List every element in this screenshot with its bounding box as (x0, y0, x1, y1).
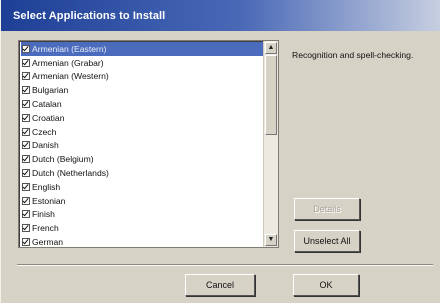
list-item[interactable]: Danish (21, 139, 265, 153)
checkbox[interactable] (22, 196, 30, 205)
list-item-label: Finish (32, 209, 55, 220)
list-item[interactable]: Armenian (Western) (21, 70, 265, 84)
list-item-label: French (32, 223, 59, 234)
vertical-scrollbar[interactable]: ▲ ▼ (263, 41, 278, 247)
list-item[interactable]: German (21, 235, 265, 248)
checkbox[interactable] (22, 155, 30, 164)
checkbox[interactable] (22, 238, 30, 247)
checkbox[interactable] (22, 72, 30, 81)
list-item[interactable]: Armenian (Grabar) (21, 56, 265, 70)
language-listbox[interactable]: Armenian (Eastern) Armenian (Grabar) Armen… (18, 40, 279, 248)
checkbox[interactable] (22, 141, 30, 150)
list-item[interactable]: Dutch (Belgium) (21, 152, 265, 166)
list-item[interactable]: French (21, 221, 265, 235)
list-item[interactable]: English (21, 180, 265, 194)
list-item-label: Dutch (Netherlands) (32, 168, 109, 179)
language-list: Armenian (Eastern) Armenian (Grabar) Armen… (21, 42, 265, 248)
list-item[interactable]: Catalan (21, 97, 265, 111)
list-item-label: Croatian (32, 112, 65, 123)
checkbox[interactable] (22, 182, 30, 191)
list-item-label: Danish (32, 140, 59, 151)
list-item[interactable]: Bulgarian (21, 83, 265, 97)
list-item-label: Czech (32, 126, 57, 137)
scroll-thumb[interactable] (265, 55, 277, 135)
scroll-down-button[interactable]: ▼ (265, 234, 277, 246)
unselect-all-button[interactable]: Unselect All (294, 230, 360, 252)
list-item-label: Bulgarian (32, 85, 69, 96)
checkbox[interactable] (22, 169, 30, 178)
title-bar: Select Applications to Install (1, 0, 440, 31)
scroll-up-button[interactable]: ▲ (265, 42, 277, 54)
item-description: Recognition and spell-checking. (292, 50, 414, 60)
checkbox[interactable] (22, 58, 30, 67)
list-item-label: English (32, 181, 61, 192)
checkbox[interactable] (22, 210, 30, 219)
list-item[interactable]: Estonian (21, 194, 265, 208)
checkbox[interactable] (22, 224, 30, 233)
checkbox[interactable] (22, 127, 30, 136)
list-item-label: Estonian (32, 195, 66, 206)
list-item[interactable]: Dutch (Netherlands) (21, 166, 265, 180)
list-item[interactable]: Armenian (Eastern) (21, 42, 265, 56)
list-item-label: Armenian (Western) (32, 71, 109, 82)
ok-button[interactable]: OK (293, 274, 359, 296)
separator (17, 264, 433, 266)
details-button[interactable]: Details (294, 198, 360, 220)
install-dialog: Select Applications to Install Armenian … (0, 0, 440, 303)
list-item[interactable]: Finish (21, 208, 265, 222)
list-item-label: Dutch (Belgium) (32, 154, 94, 165)
checkbox[interactable] (22, 113, 30, 122)
checkbox[interactable] (22, 86, 30, 95)
checkbox[interactable] (22, 100, 30, 109)
cancel-button[interactable]: Cancel (185, 274, 255, 296)
dialog-title: Select Applications to Install (13, 9, 166, 22)
list-item[interactable]: Croatian (21, 111, 265, 125)
list-item-label: Catalan (32, 99, 62, 110)
list-item-label: Armenian (Grabar) (32, 57, 104, 68)
list-item-label: Armenian (Eastern) (32, 43, 107, 54)
checkbox[interactable] (22, 44, 30, 53)
list-item-label: German (32, 237, 64, 248)
list-item[interactable]: Czech (21, 125, 265, 139)
